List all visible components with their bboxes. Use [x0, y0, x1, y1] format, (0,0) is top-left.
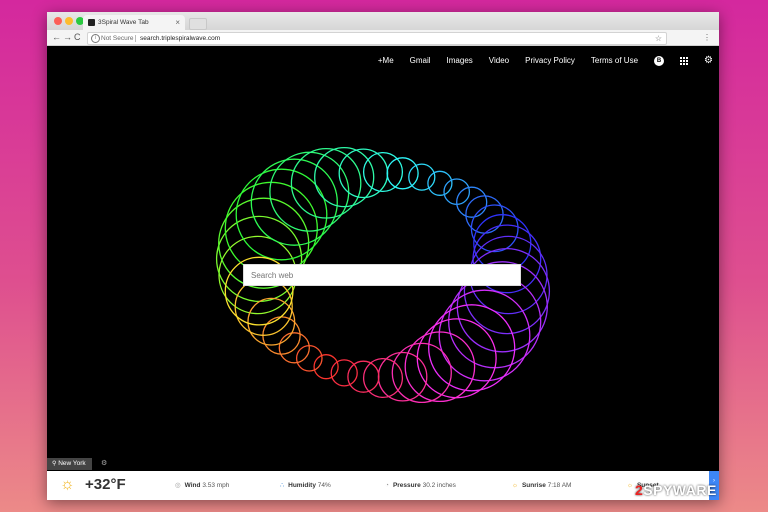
wind-label: Wind: [184, 482, 201, 489]
account-avatar[interactable]: B: [654, 55, 665, 66]
spiral-ring: [448, 275, 542, 369]
browser-menu-icon[interactable]: ⋮: [703, 31, 711, 44]
tab-3spiral-wave[interactable]: 3Spiral Wave Tab ×: [83, 15, 185, 30]
spiral-ring: [313, 354, 339, 380]
pressure-icon: ◔: [385, 482, 389, 489]
nav-link-terms-of-use[interactable]: Terms of Use: [591, 56, 638, 65]
wind-value: 3.53 mph: [202, 482, 230, 489]
title-bar: 3Spiral Wave Tab ×: [47, 12, 719, 30]
minimize-window-button[interactable]: [65, 17, 73, 25]
sunrise-label: Sunrise: [521, 482, 546, 489]
tab-title: 3Spiral Wave Tab: [98, 19, 149, 26]
spiral-ring: [456, 186, 488, 218]
tab-favicon-icon: [88, 19, 95, 26]
new-tab-button[interactable]: [189, 18, 207, 30]
sunrise-icon: ☼: [512, 482, 518, 489]
weather-bar: ☼ +32°F ◎ Wind 3.53 mph ∴ Humidity 74% ◔ Pr…: [47, 471, 719, 500]
close-window-button[interactable]: [54, 17, 62, 25]
top-navigation: +Me Gmail Images Video Privacy Policy Te…: [378, 55, 713, 66]
nav-link-me[interactable]: +Me: [378, 56, 394, 65]
spiral-ring: [234, 277, 293, 336]
url-text[interactable]: search.triplespiralwave.com: [140, 33, 220, 44]
sun-icon: ☼: [60, 476, 75, 493]
temperature: +32°F: [85, 476, 126, 493]
spiral-ring: [250, 158, 338, 246]
wind-icon: ◎: [175, 482, 181, 489]
weather-sunrise: ☼ Sunrise 7:18 AM: [512, 481, 571, 491]
address-separator: [135, 35, 136, 42]
spiral-ring: [416, 318, 497, 399]
address-bar[interactable]: i Not Secure search.triplespiralwave.com…: [87, 32, 667, 45]
browser-window: 3Spiral Wave Tab × ← → C i Not Secure se…: [47, 12, 719, 500]
weather-pressure: ◔ Pressure 30.2 inches: [385, 481, 456, 491]
nav-link-images[interactable]: Images: [447, 56, 473, 65]
bookmark-star-icon[interactable]: ☆: [655, 33, 662, 44]
info-icon[interactable]: i: [91, 34, 100, 43]
pressure-value: 30.2 inches: [422, 482, 456, 489]
security-label[interactable]: Not Secure: [101, 33, 134, 44]
nav-link-video[interactable]: Video: [489, 56, 509, 65]
spiral-ring: [330, 359, 358, 387]
humidity-value: 74%: [317, 482, 331, 489]
page-content: +Me Gmail Images Video Privacy Policy Te…: [47, 46, 719, 500]
nav-link-gmail[interactable]: Gmail: [410, 56, 431, 65]
watermark-text: SPYWARE: [643, 482, 717, 498]
location-pin-icon: ⚲: [52, 461, 57, 467]
reload-icon[interactable]: C: [74, 31, 81, 44]
humidity-icon: ∴: [280, 482, 285, 489]
location-badge[interactable]: ⚲ New York: [47, 458, 92, 470]
spiral-ring: [224, 181, 318, 275]
settings-gear-icon[interactable]: ⚙: [704, 55, 713, 66]
sunrise-value: 7:18 AM: [547, 482, 572, 489]
location-city: New York: [58, 460, 86, 467]
spiral-ring: [427, 170, 453, 196]
browser-toolbar: ← → C i Not Secure search.triplespiralwa…: [47, 30, 719, 46]
nav-link-privacy-policy[interactable]: Privacy Policy: [525, 56, 575, 65]
apps-grid-icon[interactable]: [680, 56, 689, 65]
search-input[interactable]: [243, 264, 521, 286]
back-arrow-icon[interactable]: ←: [52, 31, 61, 44]
forward-arrow-icon[interactable]: →: [63, 31, 72, 44]
location-settings-icon[interactable]: ⚙: [101, 458, 107, 470]
weather-wind: ◎ Wind 3.53 mph: [175, 481, 229, 491]
watermark-logo: 2SPYWARE: [635, 482, 717, 498]
humidity-label: Humidity: [288, 482, 316, 489]
spiral-ring: [428, 304, 516, 392]
pressure-label: Pressure: [392, 482, 421, 489]
sunset-icon: ☼: [627, 482, 633, 489]
tab-close-icon[interactable]: ×: [175, 15, 180, 30]
weather-humidity: ∴ Humidity 74%: [280, 481, 331, 491]
spiral-ring: [269, 151, 350, 232]
spiral-ring: [278, 332, 310, 364]
spiral-ring: [408, 163, 436, 191]
